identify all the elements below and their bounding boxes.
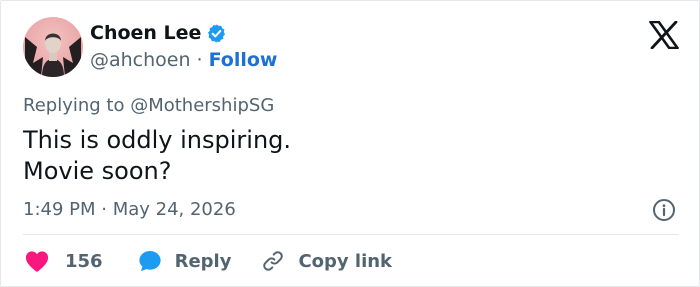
tweet-timestamp[interactable]: 1:49 PM · May 24, 2026 bbox=[23, 199, 236, 220]
separator-dot: · bbox=[196, 49, 203, 71]
action-bar: 156 Reply Copy link bbox=[23, 245, 392, 277]
speech-bubble-icon bbox=[138, 251, 161, 272]
tweet-card: Choen Lee @ahchoen · Follow Replying to … bbox=[0, 0, 700, 287]
copy-link-label: Copy link bbox=[298, 250, 393, 272]
heart-icon bbox=[25, 251, 49, 272]
author-handle-row: @ahchoen · Follow bbox=[90, 49, 277, 71]
author-handle[interactable]: @ahchoen bbox=[90, 49, 191, 71]
like-count: 156 bbox=[65, 250, 103, 272]
copy-link-button[interactable]: Copy link bbox=[261, 249, 392, 273]
reply-button[interactable]: Reply bbox=[137, 248, 232, 274]
link-icon bbox=[263, 251, 284, 271]
tweet-text: This is oddly inspiring. Movie soon? bbox=[23, 125, 291, 187]
divider bbox=[23, 234, 679, 235]
replying-to-label[interactable]: Replying to @MothershipSG bbox=[23, 95, 274, 116]
follow-button[interactable]: Follow bbox=[209, 49, 278, 71]
like-button[interactable]: 156 bbox=[23, 247, 103, 275]
tweet-text-line: This is oddly inspiring. bbox=[23, 126, 292, 154]
avatar[interactable] bbox=[23, 17, 83, 77]
author-name-row: Choen Lee bbox=[90, 22, 227, 44]
user-avatar-icon bbox=[25, 33, 81, 77]
verified-badge-icon bbox=[208, 23, 226, 43]
reply-label: Reply bbox=[174, 250, 232, 272]
x-logo-icon[interactable] bbox=[649, 21, 679, 49]
info-icon[interactable] bbox=[652, 198, 676, 222]
author-display-name[interactable]: Choen Lee bbox=[90, 22, 201, 44]
tweet-text-line: Movie soon? bbox=[23, 157, 172, 185]
